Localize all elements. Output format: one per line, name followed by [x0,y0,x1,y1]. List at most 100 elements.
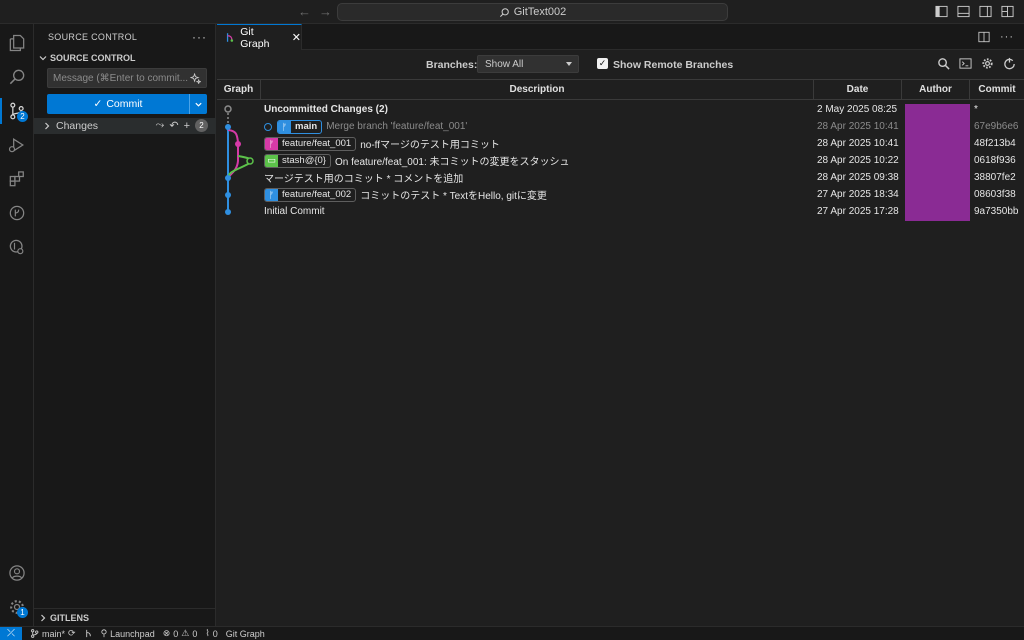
commit-message-placeholder: Message (⌘Enter to commit... [53,72,189,84]
antenna-icon: ⌇ [205,628,210,638]
git-graph-status[interactable]: Git Graph [226,629,265,639]
table-row-uncommitted[interactable]: Uncommitted Changes (2) 2 May 2025 08:25… [217,101,1024,118]
sync-icon[interactable]: ⟳ [68,628,76,639]
run-debug-icon[interactable] [0,128,34,162]
settings-gear-icon[interactable] [981,57,994,70]
source-control-icon[interactable]: 2 [0,94,34,128]
branch-name: main [295,121,318,132]
column-author[interactable]: Author [902,80,970,99]
activity-bar: 2 1 [0,24,34,626]
branches-dropdown[interactable]: Show All [477,55,579,73]
commit-button[interactable]: ✓ Commit [47,94,207,114]
commit-date: 28 Apr 2025 09:38 [817,172,899,183]
source-control-section-header[interactable]: SOURCE CONTROL [34,50,215,66]
stash-label[interactable]: ▭ stash@{0} [264,153,331,168]
branch-label-feature[interactable]: ᚠ feature/feat_001 [264,136,357,151]
refresh-icon[interactable] [1003,57,1016,70]
show-remote-branches-label[interactable]: Show Remote Branches [613,59,733,71]
command-center-label: GitText002 [513,6,567,18]
commit-hash: 9a7350bb [974,206,1019,217]
git-graph-toolbar [937,57,1016,70]
sparkle-icon[interactable] [190,73,201,84]
table-row[interactable]: ᚠ feature/feat_001 no-ffマージのテスト用コミット 28 … [217,135,1024,152]
back-arrow-icon[interactable]: ← [298,4,311,19]
column-date[interactable]: Date [814,80,902,99]
branch-label-main[interactable]: ᚠ main [277,119,323,134]
tab-git-graph[interactable]: Git Graph ✕ [217,24,302,50]
more-actions-icon[interactable]: ··· [1000,31,1014,46]
ports-count: 0 [212,628,218,639]
branches-selected-value: Show All [485,58,524,70]
table-row[interactable]: ▭ stash@{0} On feature/feat_001: 未コミットの変… [217,152,1024,169]
close-icon[interactable]: ✕ [292,31,301,44]
error-icon: ⊗ [162,628,171,638]
navigation-arrows: ← → [298,4,332,19]
toggle-secondary-sidebar-icon[interactable] [979,5,992,18]
more-actions-icon[interactable]: ··· [192,30,207,44]
warning-count: 0 [192,628,198,639]
column-description[interactable]: Description [261,80,814,99]
table-row[interactable]: ᚠ main Merge branch 'feature/feat_001' 2… [217,118,1024,135]
commit-dropdown-button[interactable] [189,94,207,114]
commit-message-input[interactable]: Message (⌘Enter to commit... [47,68,207,88]
branch-icon: ᚠ [265,137,278,150]
accounts-icon[interactable] [0,556,34,590]
title-bar: ← → GitText002 [0,0,1024,24]
gitlens-inspect-icon[interactable] [0,230,34,264]
customize-layout-icon[interactable] [1001,5,1014,18]
head-indicator-icon [264,122,272,131]
launchpad-status[interactable]: ⚲ Launchpad [101,628,155,639]
git-graph-activity-icon[interactable] [0,196,34,230]
problems-status[interactable]: ⊗ 0 ⚠ 0 [163,628,198,639]
warning-icon: ⚠ [181,628,190,638]
search-activity-icon[interactable] [0,60,34,94]
table-row[interactable]: ᚠ feature/feat_002 コミットのテスト * TextをHello… [217,186,1024,203]
open-changes-icon[interactable]: ⤳ [156,119,165,132]
column-commit[interactable]: Commit [970,80,1024,99]
branch-status[interactable]: main* ⟳ [30,628,76,639]
explorer-icon[interactable] [0,26,34,60]
graph-icon [85,629,91,638]
command-center[interactable]: GitText002 [337,3,728,21]
changes-count-badge: 2 [195,119,208,132]
table-row[interactable]: マージテスト用のコミット * コメントを追加 28 Apr 2025 09:38… [217,169,1024,186]
commit-date: 28 Apr 2025 10:41 [817,121,899,132]
split-editor-icon[interactable] [978,31,990,46]
forward-arrow-icon[interactable]: → [319,4,332,19]
commit-main-action[interactable]: ✓ Commit [47,94,189,114]
manage-gear-icon[interactable]: 1 [0,590,34,624]
commit-date: 27 Apr 2025 17:28 [817,206,899,217]
table-row[interactable]: Initial Commit 27 Apr 2025 17:28 9a7350b… [217,203,1024,220]
discard-all-icon[interactable]: ↶ [169,119,178,132]
commit-description-cell: ᚠ main Merge branch 'feature/feat_001' [264,118,812,135]
show-remote-branches-checkbox[interactable]: ✓ [597,58,608,69]
commit-description-cell: ▭ stash@{0} On feature/feat_001: 未コミットの変… [264,152,812,169]
terminal-icon[interactable] [959,57,972,70]
remote-indicator-icon[interactable]: ⤫ [0,626,22,640]
accounts-badge: 1 [17,607,28,618]
changes-group[interactable]: Changes ⤳ ↶ + 2 [34,118,216,134]
column-graph[interactable]: Graph [217,80,261,99]
ports-status[interactable]: ⌇ 0 [205,628,217,639]
gitlens-section-header[interactable]: GITLENS [34,608,216,626]
branch-icon: ᚠ [265,188,278,201]
launchpad-label: Launchpad [110,628,155,639]
layout-controls [935,5,1014,18]
branch-label-feature[interactable]: ᚠ feature/feat_002 [264,187,357,202]
commit-description: Merge branch 'feature/feat_001' [326,121,468,132]
stage-all-icon[interactable]: + [184,120,190,132]
search-icon [499,7,509,17]
find-icon[interactable] [937,57,950,70]
commit-date: 2 May 2025 08:25 [817,104,898,115]
editor-tab-bar: Git Graph ✕ ··· [217,24,1024,50]
toggle-primary-sidebar-icon[interactable] [935,5,948,18]
commit-hash: 48f213b4 [974,138,1016,149]
commit-label: Commit [106,98,143,110]
stash-name: stash@{0} [282,155,326,166]
rocket-icon: ⚲ [100,628,108,638]
git-graph-status-icon[interactable] [84,629,93,638]
toggle-panel-icon[interactable] [957,5,970,18]
commit-hash: 0618f936 [974,155,1016,166]
extensions-icon[interactable] [0,162,34,196]
scm-badge: 2 [17,111,28,122]
